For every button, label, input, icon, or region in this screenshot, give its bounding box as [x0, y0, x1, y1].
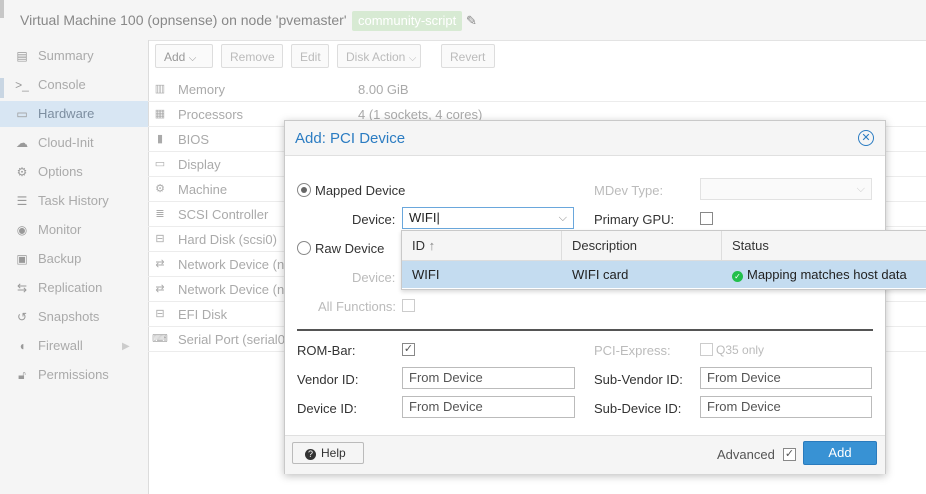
- list-icon: ☰: [16, 194, 28, 208]
- mapped-device-radio[interactable]: [297, 183, 311, 197]
- tree-edge: [0, 0, 4, 18]
- gear-icon: ⚙: [16, 165, 28, 179]
- table-row[interactable]: WIFI WIFI card ✓ Mapping matches host dat…: [402, 261, 926, 288]
- monitor-icon: ▭: [16, 107, 28, 121]
- arrow-up-icon: ↑: [428, 238, 436, 253]
- primary-gpu-checkbox[interactable]: [700, 212, 713, 225]
- column-header-status[interactable]: Status: [722, 231, 926, 261]
- pencil-icon[interactable]: ✎: [466, 13, 477, 29]
- sidebar-item-replication[interactable]: ⇆ Replication: [12, 275, 148, 301]
- row-id: WIFI: [412, 267, 440, 282]
- sidebar-item-backup[interactable]: ▣ Backup: [12, 246, 148, 272]
- chevron-down-icon: ⌵: [408, 53, 417, 64]
- raw-device-label: Raw Device: [315, 241, 385, 256]
- sidebar-item-hardware[interactable]: ▭ Hardware: [0, 101, 148, 127]
- chevron-down-icon: ⌵: [188, 53, 197, 64]
- revert-button[interactable]: Revert: [441, 44, 495, 68]
- close-icon[interactable]: ✕: [858, 130, 874, 146]
- database-icon: ≣: [155, 208, 165, 220]
- section-divider: [297, 329, 873, 331]
- dialog-title: Add: PCI Device: [295, 130, 406, 147]
- cogs-icon: ⚙: [155, 183, 165, 195]
- q35-only-label: Q35 only: [716, 343, 765, 357]
- memory-icon: ▥: [154, 83, 166, 95]
- device-id-input[interactable]: From Device: [402, 396, 575, 418]
- mdev-type-select[interactable]: ⌵: [700, 178, 872, 200]
- floppy-icon: ▣: [16, 252, 28, 266]
- sub-vendor-id-label: Sub-Vendor ID:: [594, 372, 683, 387]
- row-status: ✓ Mapping matches host data: [732, 267, 907, 282]
- unlock-icon: 🔓︎: [18, 368, 26, 382]
- sub-device-id-label: Sub-Device ID:: [594, 401, 682, 416]
- question-icon: ?: [305, 449, 316, 460]
- retweet-icon: ⇆: [16, 281, 28, 295]
- cpu-icon: ▦: [154, 108, 166, 120]
- chevron-down-icon: ⌵: [558, 212, 567, 224]
- pci-device-dialog: Add: PCI Device ✕ Mapped Device Device: …: [284, 120, 886, 474]
- vendor-id-input[interactable]: From Device: [402, 367, 575, 389]
- history-icon: ↺: [16, 310, 28, 324]
- exchange-icon: ⇄: [155, 258, 165, 270]
- sidebar-item-cloud-init[interactable]: ☁ Cloud-Init: [12, 130, 148, 156]
- mapped-device-label: Mapped Device: [315, 183, 406, 198]
- remove-button[interactable]: Remove: [221, 44, 283, 68]
- row-description: WIFI card: [572, 267, 629, 282]
- device-select[interactable]: WIFI| ⌵: [402, 207, 574, 229]
- shield-icon: ◖: [18, 339, 26, 353]
- sidebar-item-summary[interactable]: ▤ Summary: [12, 43, 148, 69]
- selection-marker: [0, 78, 4, 98]
- page-title: Virtual Machine 100 (opnsense) on node '…: [20, 12, 347, 28]
- sidebar-item-permissions[interactable]: 🔓︎ Permissions: [12, 362, 148, 388]
- sidebar-item-task-history[interactable]: ☰ Task History: [12, 188, 148, 214]
- hdd-icon: ⊟: [155, 308, 165, 320]
- chip-icon: ▮: [156, 133, 164, 145]
- primary-gpu-label: Primary GPU:: [594, 212, 675, 227]
- sidebar-item-console[interactable]: >_ Console: [12, 72, 148, 98]
- eye-icon: ◉: [16, 223, 28, 237]
- pci-express-checkbox[interactable]: [700, 343, 713, 356]
- sub-vendor-id-input[interactable]: From Device: [700, 367, 872, 389]
- book-icon: ▤: [16, 49, 28, 63]
- sidebar-item-snapshots[interactable]: ↺ Snapshots: [12, 304, 148, 330]
- column-header-id[interactable]: ID ↑: [402, 231, 562, 261]
- disk-action-button[interactable]: Disk Action ⌵: [337, 44, 421, 68]
- exchange-icon: ⇄: [155, 283, 165, 295]
- chevron-down-icon: ⌵: [856, 183, 865, 195]
- device-dropdown-grid: ID ↑ Description Status WIFI WIFI card ✓…: [401, 230, 926, 290]
- add-button[interactable]: Add ⌵: [155, 44, 213, 68]
- advanced-label: Advanced: [717, 447, 775, 462]
- hardware-row-memory[interactable]: ▥ Memory 8.00 GiB: [148, 77, 926, 102]
- add-button[interactable]: Add: [803, 441, 877, 465]
- sidebar-item-monitor[interactable]: ◉ Monitor: [12, 217, 148, 243]
- device-id-label: Device ID:: [297, 401, 357, 416]
- sub-device-id-input[interactable]: From Device: [700, 396, 872, 418]
- terminal-icon: >_: [15, 78, 29, 92]
- monitor-icon: ▭: [154, 158, 166, 170]
- rom-bar-checkbox[interactable]: ✓: [402, 343, 415, 356]
- mdev-type-label: MDev Type:: [594, 183, 664, 198]
- raw-device-radio[interactable]: [297, 241, 311, 255]
- vendor-id-label: Vendor ID:: [297, 372, 359, 387]
- advanced-checkbox[interactable]: ✓: [783, 448, 796, 461]
- all-functions-label: All Functions:: [318, 299, 397, 314]
- sidebar-item-options[interactable]: ⚙ Options: [12, 159, 148, 185]
- tag-badge[interactable]: community-script: [352, 11, 463, 31]
- check-circle-icon: ✓: [732, 271, 743, 282]
- rom-bar-label: ROM-Bar:: [297, 343, 356, 358]
- all-functions-checkbox[interactable]: [402, 299, 415, 312]
- raw-device-field-label: Device:: [352, 270, 396, 285]
- cloud-icon: ☁: [16, 136, 28, 150]
- edit-button[interactable]: Edit: [291, 44, 329, 68]
- pci-express-label: PCI-Express:: [594, 343, 671, 358]
- hdd-icon: ⊟: [155, 233, 165, 245]
- help-button[interactable]: ? Help: [292, 442, 364, 464]
- device-label: Device:: [352, 212, 396, 227]
- chevron-right-icon[interactable]: ▶: [122, 341, 130, 352]
- column-header-description[interactable]: Description: [562, 231, 722, 261]
- keyboard-icon: ⌨: [152, 333, 168, 345]
